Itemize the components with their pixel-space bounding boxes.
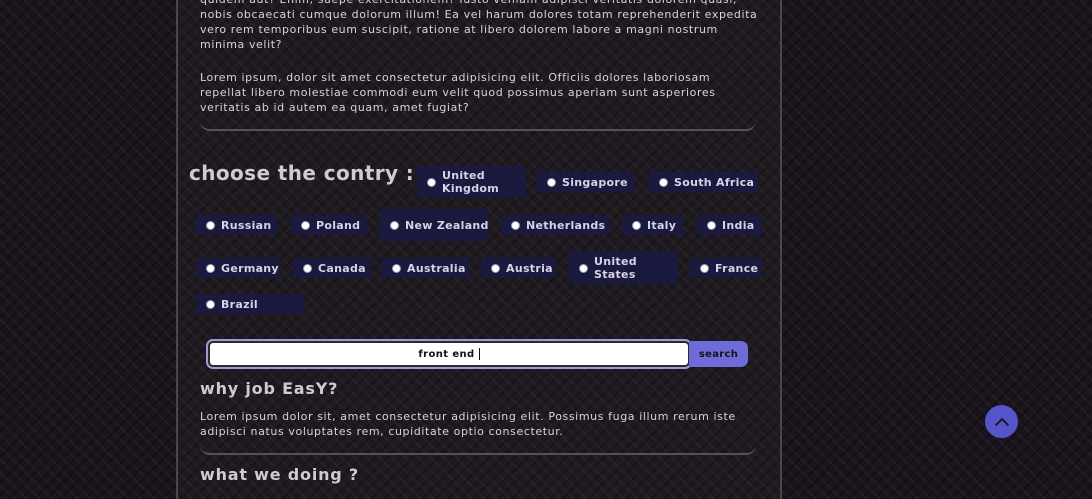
radio-dot-icon — [303, 263, 312, 273]
country-option-austria[interactable]: Austria — [481, 258, 556, 278]
radio-dot-icon — [632, 220, 641, 230]
radio-dot-icon — [707, 220, 716, 230]
radio-dot-icon — [547, 177, 556, 187]
country-label: South Africa — [674, 175, 755, 189]
country-label: Austria — [506, 261, 553, 275]
country-label: Canada — [318, 261, 366, 275]
country-label: Poland — [316, 218, 361, 232]
country-label: France — [715, 261, 759, 275]
scroll-to-top-button[interactable] — [985, 405, 1018, 438]
text-caret — [478, 348, 480, 360]
country-section-title: choose the contry : — [189, 161, 415, 185]
country-label: Australia — [407, 261, 466, 275]
radio-dot-icon — [206, 220, 215, 230]
radio-dot-icon — [301, 220, 310, 230]
country-option-singapore[interactable]: Singapore — [537, 172, 634, 192]
chevron-up-icon — [994, 417, 1009, 426]
radio-dot-icon — [511, 220, 520, 230]
radio-dot-icon — [392, 263, 401, 273]
country-label: Germany — [221, 261, 279, 275]
radio-dot-icon — [390, 220, 399, 230]
country-label: Singapore — [562, 175, 628, 189]
radio-dot-icon — [579, 263, 588, 273]
search-button[interactable]: search — [689, 341, 748, 367]
radio-dot-icon — [206, 263, 215, 273]
country-option-france[interactable]: France — [690, 258, 762, 278]
country-option-russian[interactable]: Russian — [196, 215, 277, 235]
intro-paragraph-2: Lorem ipsum, dolor sit amet consectetur … — [200, 71, 716, 114]
intro-paragraph: quidem aut? Enim, saepe exercitationem? … — [200, 0, 758, 51]
country-option-italy[interactable]: Italy — [622, 215, 683, 235]
country-option-south-africa[interactable]: South Africa — [649, 172, 758, 192]
country-option-canada[interactable]: Canada — [293, 258, 371, 278]
country-label: India — [722, 218, 755, 232]
job-search-input[interactable]: front end — [206, 339, 692, 369]
radio-dot-icon — [206, 299, 215, 309]
radio-dot-icon — [659, 177, 668, 187]
why-section-text: Lorem ipsum dolor sit, amet consectetur … — [200, 410, 736, 438]
country-label: New Zealand — [405, 218, 489, 232]
country-option-germany[interactable]: Germany — [196, 258, 280, 278]
search-input-value: front end — [418, 348, 475, 360]
why-section-title: why job EasY? — [200, 379, 339, 398]
country-option-new-zealand[interactable]: New Zealand — [380, 209, 489, 241]
section-divider — [200, 441, 756, 455]
section-divider — [200, 117, 756, 131]
country-label: Italy — [647, 218, 677, 232]
country-option-netherlands[interactable]: Netherlands — [501, 215, 609, 235]
country-option-australia[interactable]: Australia — [382, 258, 469, 278]
what-section-title: what we doing ? — [200, 465, 360, 484]
country-option-united-kingdom[interactable]: United Kingdom — [417, 166, 526, 198]
country-label: United States — [594, 255, 637, 281]
radio-dot-icon — [491, 263, 500, 273]
country-label: Brazil — [221, 297, 258, 311]
country-option-poland[interactable]: Poland — [291, 215, 367, 235]
country-option-india[interactable]: India — [697, 215, 762, 235]
country-option-united-states[interactable]: United States — [569, 252, 678, 284]
country-label: United Kingdom — [442, 169, 499, 195]
country-label: Netherlands — [526, 218, 606, 232]
country-option-brazil[interactable]: Brazil — [196, 294, 305, 314]
radio-dot-icon — [427, 177, 436, 187]
country-label: Russian — [221, 218, 272, 232]
radio-dot-icon — [700, 263, 709, 273]
